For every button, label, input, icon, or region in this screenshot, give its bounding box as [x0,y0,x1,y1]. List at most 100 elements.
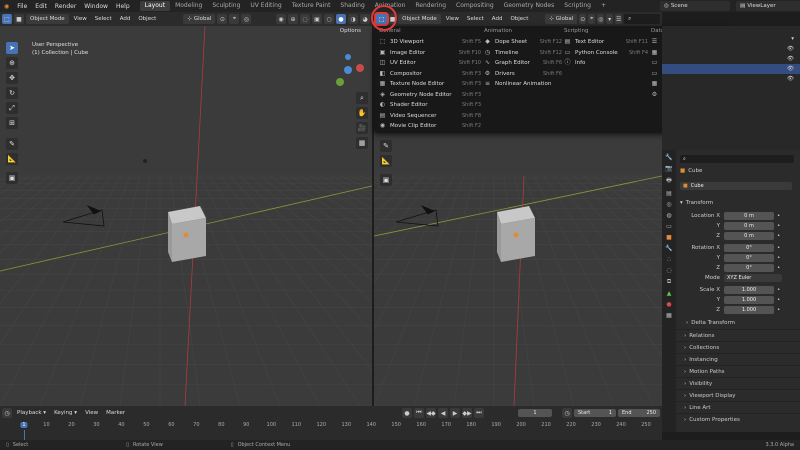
menu-file[interactable]: File [13,3,31,10]
keyframe-dot-icon[interactable]: • [777,265,780,271]
editor-menu-item-timeline[interactable]: ◷ Timeline Shift F12 [484,48,562,59]
visibility-eye-icon[interactable]: 👁 [787,76,794,82]
tab-compositing[interactable]: Compositing [451,1,499,11]
snap-icon[interactable]: ⌖ [229,14,240,24]
scene-selector[interactable]: ◎ Scene [660,1,730,11]
timeline-editor-icon[interactable]: ◷ [2,408,12,418]
menu-add-right[interactable]: Add [489,16,506,22]
visibility-eye-icon[interactable]: 👁 [787,56,794,62]
section-collections[interactable]: › Collections [662,341,800,353]
location-z-field[interactable]: 0 m [724,232,774,240]
material-tab-icon[interactable]: ● [666,301,671,308]
menu-view-right[interactable]: View [443,16,462,22]
left-3d-viewport[interactable]: ⬚ ■ Object Mode View Select Add Object ⊹… [0,12,372,406]
editor-menu-item-drivers[interactable]: ⚙ Drivers Shift F6 [484,69,562,80]
menu-select[interactable]: Select [92,16,115,22]
object-datablock-field[interactable]: ■ Cube [680,182,792,190]
menu-keying[interactable]: Keying ▾ [51,410,80,416]
jump-end-icon[interactable]: ⏭ [474,408,484,418]
editor-menu-item-info[interactable]: ⓘ Info [564,58,648,69]
location-x-field[interactable]: 0 m [724,212,774,220]
pivot-icon-right[interactable]: ⊙ [579,14,587,24]
scale-tool-icon[interactable]: ⤢ [6,102,18,114]
options-button[interactable]: Options [337,28,364,34]
scale-y-field[interactable]: 1.000 [724,296,774,304]
editor-menu-item-text-editor[interactable]: ▤ Text Editor Shift F11 [564,37,648,48]
select-tool-icon[interactable]: ➤ [6,42,18,54]
overlay-icon[interactable]: ◌ [300,14,310,24]
tab-rendering[interactable]: Rendering [410,1,451,11]
move-tool-icon[interactable]: ✥ [6,72,18,84]
gizmo-icon[interactable]: ⊕ [288,14,298,24]
end-frame-field[interactable]: End 250 [618,409,660,417]
constraints-tab-icon[interactable]: ⧉ [667,278,671,286]
editor-menu-item-texture-node-editor[interactable]: ▦ Texture Node Editor Shift F3 [379,79,481,90]
tab-shading[interactable]: Shading [335,1,369,11]
pivot-icon[interactable]: ⊙ [217,14,228,24]
tab-uv-editing[interactable]: UV Editing [245,1,286,11]
menu-object-right[interactable]: Object [507,16,531,22]
keyframe-dot-icon[interactable]: • [777,245,780,251]
transform-header[interactable]: ▾ Transform [680,198,796,208]
object-tab-icon[interactable]: ■ [666,234,672,241]
transform-tool-icon[interactable]: ⊞ [6,117,18,129]
tab-sculpting[interactable]: Sculpting [207,1,245,11]
outliner-row[interactable]: 👁 [662,44,800,54]
timeline-ruler[interactable]: 1 10 20 30 40 50 60 70 80 90 100 110 120 130 140 150 160… [0,420,662,440]
xray-icon[interactable]: ▣ [312,14,322,24]
clock-icon[interactable]: ◷ [562,408,572,418]
outliner-row[interactable]: 👁 [662,54,800,64]
tab-modeling[interactable]: Modeling [170,1,207,11]
output-tab-icon[interactable]: 🖶 [666,176,672,186]
menu-playback[interactable]: Playback ▾ [14,410,49,416]
visibility-eye-icon[interactable]: 👁 [787,46,794,52]
menu-render[interactable]: Render [51,3,80,10]
menu-add[interactable]: Add [117,16,134,22]
camera-view-icon[interactable]: 🎥 [356,122,368,134]
section-relations[interactable]: › Relations [662,329,800,341]
menu-select-right[interactable]: Select [464,16,487,22]
editor-menu-item-python-console[interactable]: ▭ Python Console Shift F4 [564,48,648,59]
grid-view-icon[interactable]: ▦ [356,137,368,149]
tab-texture-paint[interactable]: Texture Paint [287,1,336,11]
editor-menu-item-movie-clip-editor[interactable]: ◉ Movie Clip Editor Shift F2 [379,121,481,132]
outliner-row[interactable]: 👁 [662,64,800,74]
measure-tool-icon-right[interactable]: 📐 [380,155,392,167]
play-icon[interactable]: ▶ [450,408,460,418]
world-tab-icon[interactable]: ◍ [666,212,671,219]
section-custom-properties[interactable]: › Custom Properties [662,413,800,425]
menu-edit[interactable]: Edit [31,3,51,10]
editor-menu-item-geometry-node-editor[interactable]: ◈ Geometry Node Editor Shift F3 [379,90,481,101]
tool-tab-icon[interactable]: 🔧 [665,154,672,161]
rotation-z-field[interactable]: 0° [724,264,774,272]
pan-hand-icon[interactable]: ✋ [356,107,368,119]
add-cube-tool-icon-right[interactable]: ▣ [380,174,392,186]
current-frame-field[interactable]: 1 [518,409,552,417]
mode-dropdown-right[interactable]: Object Mode [398,14,441,24]
keyframe-dot-icon[interactable]: • [777,213,780,219]
add-workspace-button[interactable]: + [596,1,611,11]
next-keyframe-icon[interactable]: ◆▶ [462,408,472,418]
zoom-icon[interactable]: ⌕ [356,92,368,104]
menu-window[interactable]: Window [80,3,112,10]
delta-transform-header[interactable]: › Delta Transform [686,318,735,328]
jump-start-icon[interactable]: ⏮ [414,408,424,418]
section-visibility[interactable]: › Visibility [662,377,800,389]
editor-menu-item-image-editor[interactable]: ▣ Image Editor Shift F10 [379,48,481,59]
section-line-art[interactable]: › Line Art [662,401,800,413]
tab-geometry-nodes[interactable]: Geometry Nodes [499,1,560,11]
shading-wireframe-icon[interactable]: ○ [324,14,334,24]
scale-x-field[interactable]: 1.000 [724,286,774,294]
rotation-y-field[interactable]: 0° [724,254,774,262]
rotate-tool-icon[interactable]: ↻ [6,87,18,99]
annotate-tool-icon-right[interactable]: ✎ [380,140,392,152]
annotate-tool-icon[interactable]: ✎ [6,138,18,150]
proportional-edit-icon[interactable]: ◎ [241,14,252,24]
outliner[interactable]: ▾ 👁 👁 👁 👁 [662,26,800,150]
section-instancing[interactable]: › Instancing [662,353,800,365]
particles-tab-icon[interactable]: ∴ [667,256,671,263]
measure-tool-icon[interactable]: 📐 [6,153,18,165]
shading-solid-icon[interactable]: ● [336,14,346,24]
outliner-row[interactable]: 👁 [662,74,800,84]
menu-view-timeline[interactable]: View [82,410,101,416]
